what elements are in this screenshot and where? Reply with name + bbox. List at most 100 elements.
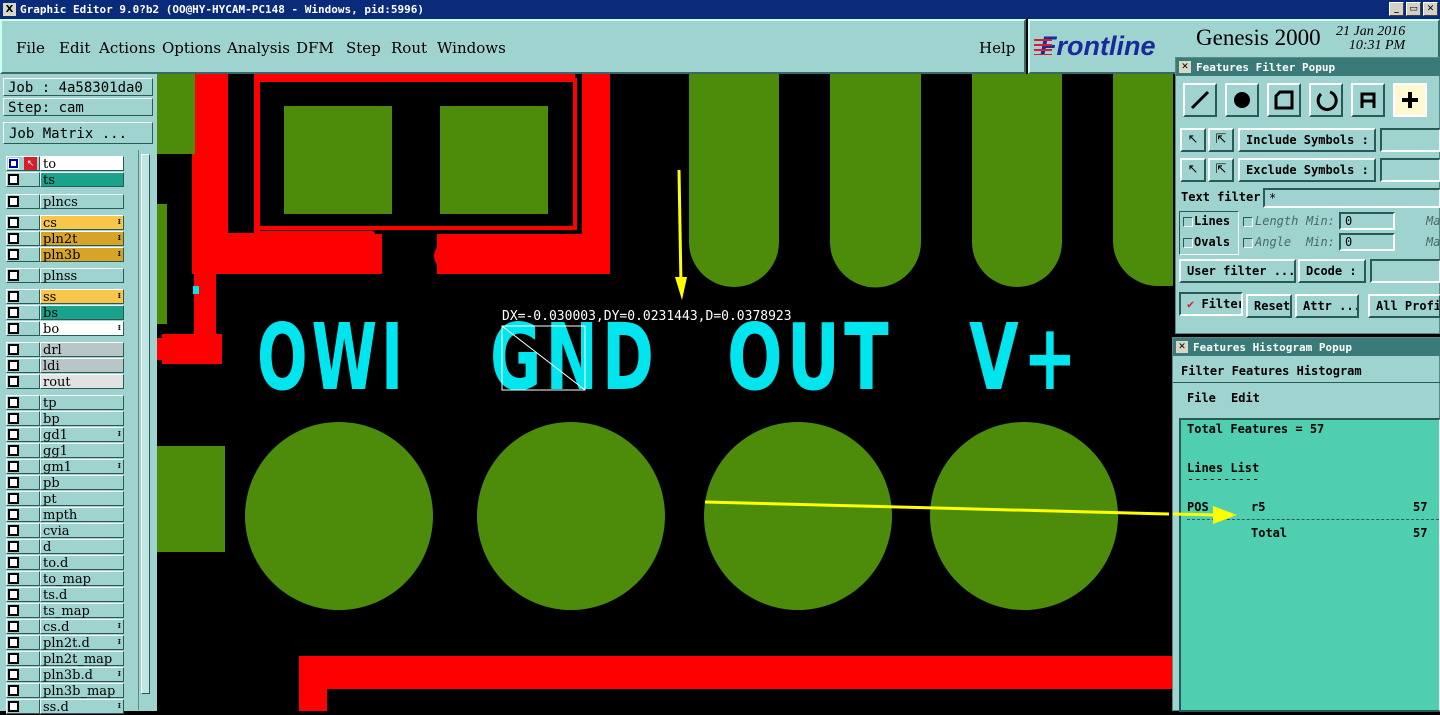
menu-edit[interactable]: Edit — [1231, 391, 1260, 405]
layer-row-ss[interactable]: ss ᵻ — [6, 289, 124, 305]
layer-name[interactable]: pb — [40, 475, 124, 491]
menu-help[interactable]: Help — [979, 39, 1015, 57]
layer-row-pln2t-d[interactable]: pln2t.d ᵻ — [6, 635, 124, 651]
layer-row-to-map[interactable]: to_map — [6, 571, 124, 587]
layer-row-cs-d[interactable]: cs.d ᵻ — [6, 619, 124, 635]
layer-name[interactable]: ts_map — [40, 603, 124, 619]
include-pick-icon[interactable]: ⇱ — [1208, 128, 1234, 152]
layer-row-gd1[interactable]: gd1 ᵻ — [6, 427, 124, 443]
layer-checkbox[interactable] — [8, 557, 19, 568]
layer-checkbox[interactable] — [8, 621, 19, 632]
layer-row-d[interactable]: d — [6, 539, 124, 555]
layer-name[interactable]: ss.d — [40, 699, 124, 715]
layer-name[interactable]: ss — [40, 289, 124, 305]
layer-name[interactable]: gg1 — [40, 443, 124, 459]
layer-name[interactable]: tp — [40, 395, 124, 411]
layer-row-ldi[interactable]: ldi — [6, 358, 124, 374]
layer-row-cvia[interactable]: cvia — [6, 523, 124, 539]
include-symbols-button[interactable]: Include Symbols : — [1238, 128, 1376, 152]
app-icon[interactable]: X — [3, 3, 16, 16]
layer-checkbox[interactable] — [8, 477, 19, 488]
menu-dfm[interactable]: DFM — [296, 39, 334, 57]
layer-row-pln2t[interactable]: pln2t ᵻ — [6, 231, 124, 247]
layer-name[interactable]: pln2t.d — [40, 635, 124, 651]
close-icon[interactable]: ✕ — [1179, 61, 1191, 73]
layer-checkbox[interactable] — [8, 589, 19, 600]
layer-checkbox[interactable] — [8, 196, 19, 207]
layer-name[interactable]: pln3b_map — [40, 683, 124, 699]
layer-checkbox[interactable] — [8, 445, 19, 456]
include-select-icon[interactable]: ↖ — [1180, 128, 1206, 152]
layer-row-pb[interactable]: pb — [6, 475, 124, 491]
layer-row-cs[interactable]: cs ᵻ — [6, 215, 124, 231]
line-tool-icon[interactable] — [1183, 83, 1217, 117]
length-min-input[interactable]: 0 — [1339, 212, 1395, 230]
exclude-pick-icon[interactable]: ⇱ — [1208, 158, 1234, 182]
layer-row-bo[interactable]: bo ᵻ — [6, 321, 124, 337]
layer-name[interactable]: pln3b — [40, 247, 124, 263]
layer-row-ts-d[interactable]: ts.d — [6, 587, 124, 603]
layer-row-bp[interactable]: bp — [6, 411, 124, 427]
layer-name[interactable]: to.d — [40, 555, 124, 571]
layer-name[interactable]: rout — [40, 374, 124, 390]
layer-checkbox[interactable] — [8, 291, 19, 302]
layer-checkbox[interactable] — [8, 493, 19, 504]
layer-checkbox[interactable] — [8, 429, 19, 440]
layer-name[interactable]: pln2t_map — [40, 651, 124, 667]
layer-row-tp[interactable]: tp — [6, 395, 124, 411]
layer-row-plnss[interactable]: plnss — [6, 268, 124, 284]
include-symbols-input[interactable] — [1380, 128, 1440, 152]
layer-checkbox[interactable] — [8, 270, 19, 281]
plus-icon[interactable] — [1393, 83, 1427, 117]
angle-min-input[interactable]: 0 — [1339, 233, 1395, 251]
layer-checkbox[interactable] — [8, 541, 19, 552]
layer-checkbox[interactable] — [8, 249, 19, 260]
layer-checkbox[interactable] — [8, 344, 19, 355]
layer-name[interactable]: plnss — [40, 268, 124, 284]
text-filter-input[interactable]: * — [1263, 188, 1440, 208]
menu-analysis[interactable]: Analysis — [227, 39, 290, 57]
layer-name[interactable]: bp — [40, 411, 124, 427]
layer-checkbox[interactable] — [8, 323, 19, 334]
menu-edit[interactable]: Edit — [59, 39, 90, 57]
layer-checkbox[interactable] — [8, 701, 19, 712]
layer-row-drl[interactable]: drl — [6, 342, 124, 358]
layer-name[interactable]: cvia — [40, 523, 124, 539]
layer-row-bs[interactable]: bs — [6, 305, 124, 321]
layer-name[interactable]: mpth — [40, 507, 124, 523]
layer-row-gg1[interactable]: gg1 — [6, 443, 124, 459]
scroll-thumb[interactable] — [141, 154, 150, 694]
layer-name[interactable]: pln2t — [40, 231, 124, 247]
graphic-canvas[interactable]: OWI GND OUT V+ DX=-0.030003,DY=0.0231443… — [157, 74, 1173, 711]
surface-tool-icon[interactable] — [1267, 83, 1301, 117]
layer-row-ss-d[interactable]: ss.d ᵻ — [6, 699, 124, 715]
layer-row-pt[interactable]: pt — [6, 491, 124, 507]
layer-row-ts-map[interactable]: ts_map — [6, 603, 124, 619]
exclude-symbols-button[interactable]: Exclude Symbols : — [1238, 158, 1376, 182]
layer-scrollbar[interactable] — [138, 150, 152, 710]
pad-tool-icon[interactable] — [1225, 83, 1259, 117]
layer-checkbox[interactable] — [8, 653, 19, 664]
layer-name[interactable]: plncs — [40, 194, 124, 210]
layer-name[interactable]: drl — [40, 342, 124, 358]
layer-name[interactable]: pln3b.d — [40, 667, 124, 683]
menu-step[interactable]: Step — [346, 39, 381, 57]
menu-windows[interactable]: Windows — [437, 39, 506, 57]
angle-checkbox[interactable] — [1243, 238, 1253, 248]
close-icon[interactable]: ✕ — [1423, 2, 1438, 16]
menu-file[interactable]: File — [1187, 391, 1216, 405]
layer-row-pln2t-map[interactable]: pln2t_map — [6, 651, 124, 667]
ovals-checkbox[interactable] — [1183, 238, 1193, 248]
text-tool-icon[interactable] — [1351, 83, 1385, 117]
layer-checkbox[interactable] — [8, 217, 19, 228]
layer-name[interactable]: to_map — [40, 571, 124, 587]
layer-checkbox[interactable] — [8, 307, 19, 318]
dcode-button[interactable]: Dcode : — [1298, 259, 1366, 283]
layer-row-pln3b-d[interactable]: pln3b.d ᵻ — [6, 667, 124, 683]
layer-checkbox[interactable] — [8, 397, 19, 408]
layer-row-to-d[interactable]: to.d — [6, 555, 124, 571]
menu-file[interactable]: File — [16, 39, 45, 57]
layer-name[interactable]: gd1 — [40, 427, 124, 443]
layer-row-to[interactable]: ↖ to — [6, 156, 124, 172]
layer-checkbox[interactable] — [8, 376, 19, 387]
